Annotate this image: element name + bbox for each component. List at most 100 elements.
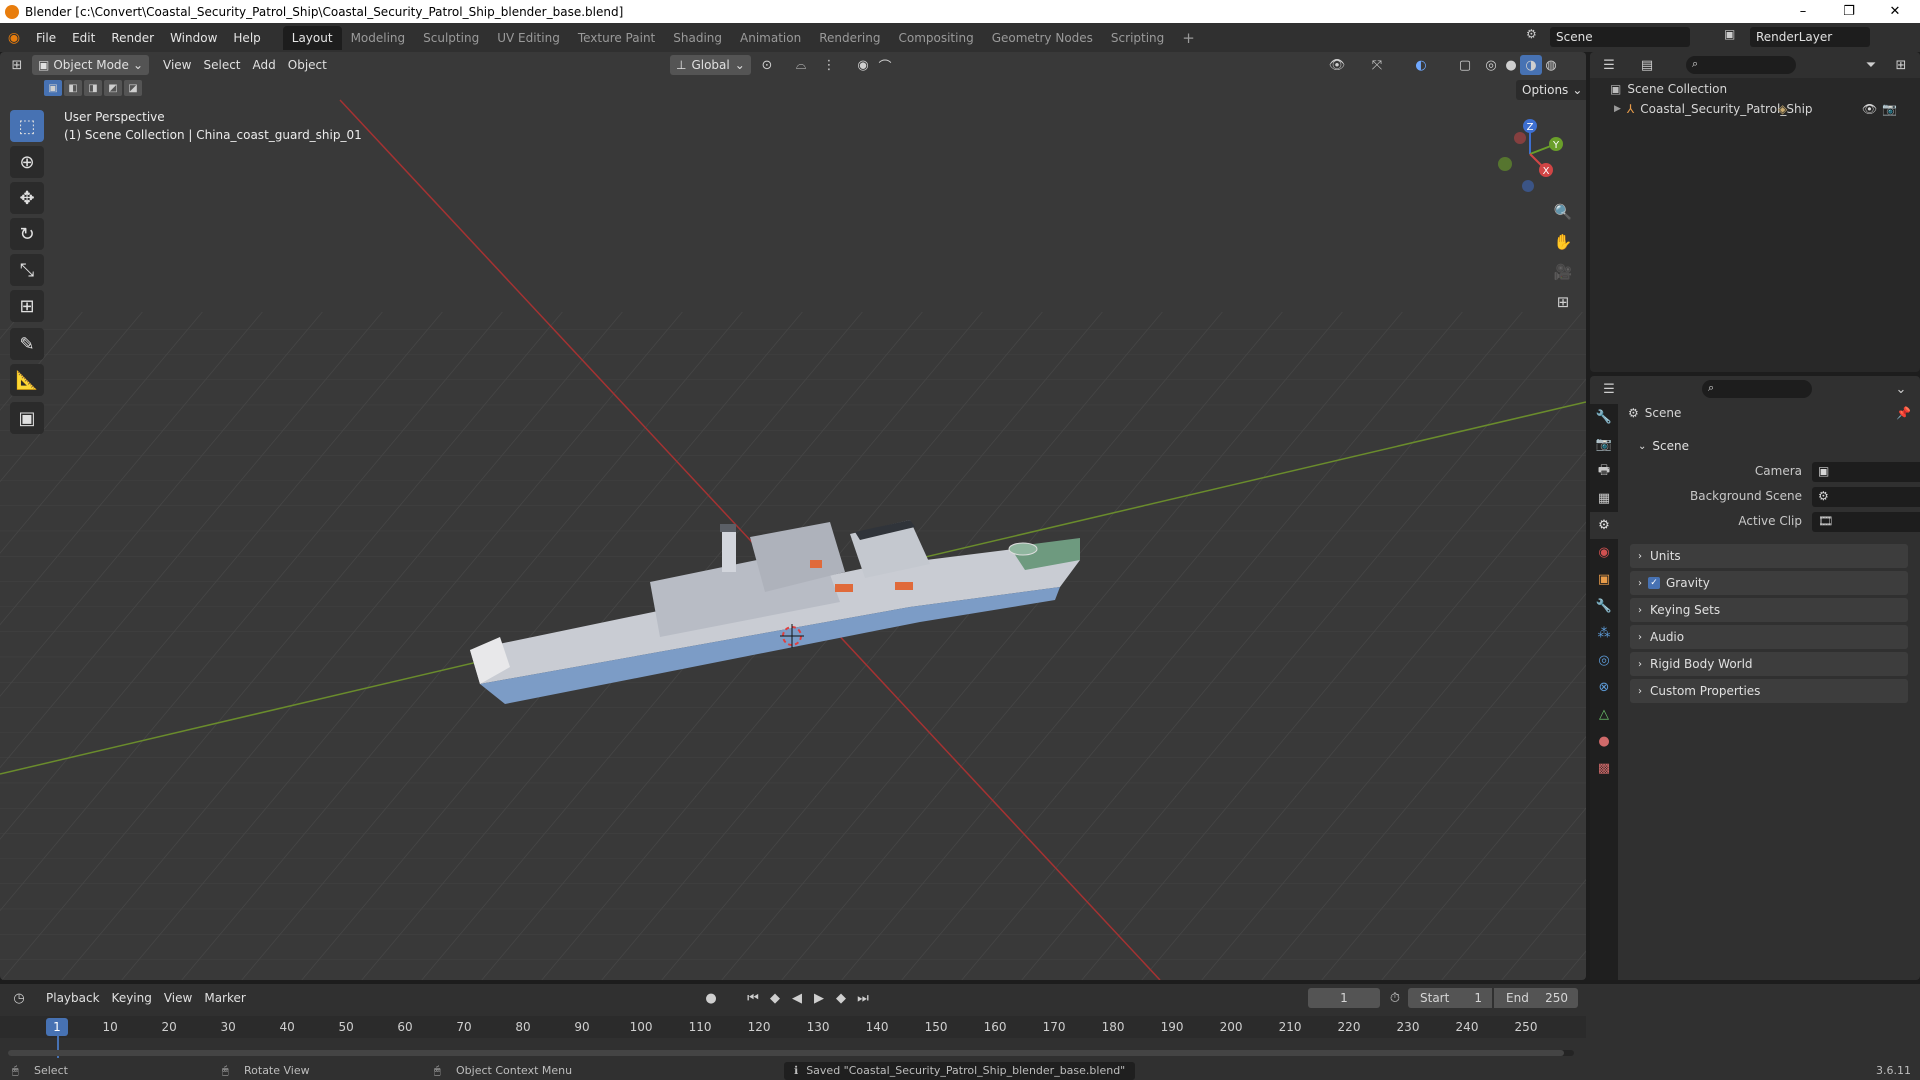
tab-scripting[interactable]: Scripting <box>1102 26 1173 50</box>
material-shading-icon[interactable]: ◑ <box>1520 55 1542 75</box>
tab-texture-paint[interactable]: Texture Paint <box>569 26 664 50</box>
properties-search-input[interactable]: ⌕ <box>1702 380 1812 398</box>
blender-menu-icon[interactable]: ◉ <box>0 30 28 46</box>
menu-help[interactable]: Help <box>225 27 268 49</box>
pan-hand-icon[interactable]: ✋ <box>1552 232 1574 252</box>
tab-uv-editing[interactable]: UV Editing <box>488 26 569 50</box>
material-tab-icon[interactable]: ● <box>1590 728 1618 755</box>
select-extend-icon[interactable]: ◧ <box>64 80 82 96</box>
gravity-checkbox[interactable]: ✓ <box>1648 577 1660 589</box>
world-tab-icon[interactable]: ◉ <box>1590 539 1618 566</box>
play-icon[interactable]: ▶ <box>808 988 830 1008</box>
camera-view-icon[interactable]: 🎥 <box>1552 262 1574 282</box>
modifier-tab-icon[interactable]: 🔧 <box>1590 593 1618 620</box>
physics-tab-icon[interactable]: ◎ <box>1590 647 1618 674</box>
next-keyframe-icon[interactable]: ◆ <box>830 988 852 1008</box>
editor-type-icon[interactable]: ◷ <box>8 988 30 1008</box>
menu-edit[interactable]: Edit <box>64 27 103 49</box>
timeline-scrollbar-thumb[interactable] <box>8 1050 1564 1056</box>
xray-toggle-icon[interactable]: ▢ <box>1454 55 1476 75</box>
measure-tool-icon[interactable]: 📐 <box>10 364 44 396</box>
overlay-toggle-icon[interactable]: ◐ <box>1410 55 1432 75</box>
expand-arrow-icon[interactable]: ▶ <box>1614 104 1621 114</box>
editor-type-icon[interactable]: ☰ <box>1598 379 1620 399</box>
object-tab-icon[interactable]: ▣ <box>1590 566 1618 593</box>
add-workspace-icon[interactable]: + <box>1173 26 1204 50</box>
visibility-icon[interactable]: 👁 <box>1326 55 1348 75</box>
timeline-menu-view[interactable]: View <box>158 988 198 1008</box>
maximize-button[interactable]: ❐ <box>1826 0 1872 23</box>
constraints-tab-icon[interactable]: ⊗ <box>1590 674 1618 701</box>
data-tab-icon[interactable]: △ <box>1590 701 1618 728</box>
jump-end-icon[interactable]: ⏭ <box>852 988 874 1008</box>
render-camera-icon[interactable]: 📷 <box>1882 102 1897 116</box>
rendered-shading-icon[interactable]: ◍ <box>1540 55 1562 75</box>
view-layer-tab-icon[interactable]: ▦ <box>1590 485 1618 512</box>
tab-compositing[interactable]: Compositing <box>889 26 982 50</box>
select-new-icon[interactable]: ▣ <box>44 80 62 96</box>
editor-type-icon[interactable]: ⊞ <box>6 55 28 75</box>
timeline-menu-playback[interactable]: Playback <box>40 988 106 1008</box>
outliner-row-object[interactable]: ▶ ⅄ Coastal_Security_Patrol_Ship ◈ 👁 📷 <box>1614 102 1914 116</box>
menu-file[interactable]: File <box>28 27 64 49</box>
new-collection-icon[interactable]: ⊞ <box>1890 55 1912 75</box>
record-icon[interactable]: ● <box>700 988 722 1008</box>
jump-start-icon[interactable]: ⏮ <box>742 988 764 1008</box>
ship-model[interactable] <box>450 452 1090 722</box>
clock-icon[interactable]: ⏱ <box>1384 988 1406 1008</box>
filter-icon[interactable]: ⏷ <box>1860 55 1882 75</box>
pivot-point-icon[interactable]: ⊙ <box>756 55 778 75</box>
wireframe-shading-icon[interactable]: ◎ <box>1480 55 1502 75</box>
eye-icon[interactable]: 👁 <box>1862 102 1877 116</box>
active-clip-field[interactable]: 🎞 <box>1812 512 1920 532</box>
object-mode-dropdown[interactable]: ▣ Object Mode ⌄ <box>32 55 149 75</box>
modifier-icon[interactable]: ◈ <box>1778 102 1787 116</box>
render-tab-icon[interactable]: 📷 <box>1590 431 1618 458</box>
ortho-toggle-icon[interactable]: ⊞ <box>1552 292 1574 312</box>
close-button[interactable]: ✕ <box>1872 0 1918 23</box>
pin-icon[interactable]: 📌 <box>1896 406 1911 420</box>
current-frame-field[interactable]: 1 <box>1308 988 1380 1008</box>
tab-rendering[interactable]: Rendering <box>810 26 889 50</box>
3d-viewport[interactable]: ⊞ ▣ Object Mode ⌄ View Select Add Object… <box>0 52 1586 980</box>
navigation-gizmo[interactable]: Z Y X <box>1490 114 1570 194</box>
select-subtract-icon[interactable]: ◨ <box>84 80 102 96</box>
viewport-menu-object[interactable]: Object <box>282 55 333 75</box>
output-tab-icon[interactable]: 🖶 <box>1590 458 1618 485</box>
start-frame-field[interactable]: Start 1 <box>1408 988 1492 1008</box>
editor-type-icon[interactable]: ☰ <box>1598 55 1620 75</box>
tab-animation[interactable]: Animation <box>731 26 810 50</box>
select-box-tool-icon[interactable]: ⬚ <box>10 110 44 142</box>
rotate-tool-icon[interactable]: ↻ <box>10 218 44 250</box>
outliner-row-scene-collection[interactable]: ▣ Scene Collection <box>1610 82 1727 96</box>
timeline-menu-marker[interactable]: Marker <box>198 988 251 1008</box>
scene-selector[interactable]: Scene <box>1550 27 1690 47</box>
transform-tool-icon[interactable]: ⊞ <box>10 290 44 322</box>
background-scene-field[interactable]: ⚙ <box>1812 487 1920 507</box>
chevron-down-icon[interactable]: ⌄ <box>1890 379 1912 399</box>
prev-keyframe-icon[interactable]: ◆ <box>764 988 786 1008</box>
audio-panel[interactable]: › Audio <box>1630 625 1908 649</box>
keying-sets-panel[interactable]: › Keying Sets <box>1630 598 1908 622</box>
snap-icon[interactable]: ⌓ <box>790 55 812 75</box>
outliner-search-input[interactable]: ⌕ <box>1686 56 1796 74</box>
play-reverse-icon[interactable]: ◀ <box>786 988 808 1008</box>
timeline-ruler[interactable]: 1 10 20 30 40 50 60 70 80 90 100 110 120 130 140 150 160… <box>0 1016 1586 1058</box>
minimize-button[interactable]: – <box>1780 0 1826 23</box>
custom-properties-panel[interactable]: › Custom Properties <box>1630 679 1908 703</box>
tab-shading[interactable]: Shading <box>664 26 731 50</box>
select-intersect-icon[interactable]: ◪ <box>124 80 142 96</box>
scale-tool-icon[interactable]: ⤡ <box>10 254 44 286</box>
solid-shading-icon[interactable]: ● <box>1500 55 1522 75</box>
add-cube-tool-icon[interactable]: ▣ <box>10 402 44 434</box>
tab-sculpting[interactable]: Sculpting <box>414 26 488 50</box>
units-panel[interactable]: › Units <box>1630 544 1908 568</box>
timeline-menu-keying[interactable]: Keying <box>106 988 158 1008</box>
menu-window[interactable]: Window <box>162 27 225 49</box>
render-layer-selector[interactable]: RenderLayer <box>1750 27 1870 47</box>
end-frame-field[interactable]: End 250 <box>1494 988 1578 1008</box>
menu-render[interactable]: Render <box>103 27 162 49</box>
options-dropdown[interactable]: Options ⌄ <box>1516 80 1586 100</box>
display-mode-icon[interactable]: ▤ <box>1636 55 1658 75</box>
select-invert-icon[interactable]: ◩ <box>104 80 122 96</box>
